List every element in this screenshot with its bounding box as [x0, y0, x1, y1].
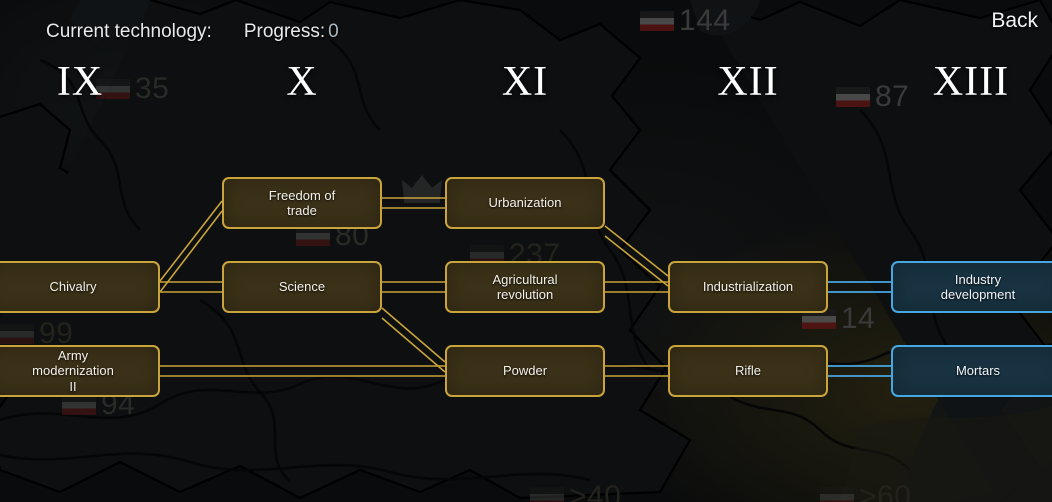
- tech-node-army-mod-2[interactable]: Army modernization II: [0, 345, 160, 397]
- tech-node-chivalry[interactable]: Chivalry: [0, 261, 160, 313]
- tech-node-label: Industrialization: [702, 279, 794, 295]
- tech-node-label: Urbanization: [488, 195, 562, 211]
- tech-node-label: Mortars: [955, 363, 1001, 379]
- tech-node-freedom-of-trade[interactable]: Freedom of trade: [222, 177, 382, 229]
- progress-label: Progress:: [243, 21, 326, 42]
- tech-node-label: Freedom of trade: [268, 187, 336, 218]
- era-numeral-x: X: [286, 59, 318, 105]
- tech-node-industry-development[interactable]: Industry development: [891, 261, 1052, 313]
- era-numeral-ix: IX: [56, 59, 104, 105]
- tech-node-label: Chivalry: [49, 279, 97, 295]
- tech-node-rifle[interactable]: Rifle: [668, 345, 828, 397]
- tech-node-urbanization[interactable]: Urbanization: [445, 177, 605, 229]
- tech-node-mortars[interactable]: Mortars: [891, 345, 1052, 397]
- progress-value: 0: [328, 21, 339, 42]
- progress-readout: Progress: 0: [244, 21, 339, 43]
- tech-node-label: Army modernization II: [32, 348, 114, 394]
- era-numeral-xiii: XIII: [932, 59, 1010, 105]
- tech-node-powder[interactable]: Powder: [445, 345, 605, 397]
- hud-status-line: Current technology: Progress: 0: [46, 21, 339, 43]
- era-numeral-xi: XI: [501, 59, 549, 105]
- tech-node-industrialization[interactable]: Industrialization: [668, 261, 828, 313]
- back-button[interactable]: Back: [991, 9, 1038, 33]
- tech-tree-screen: 35 144 87 80 237 14 99 94 >40 >60 IX X X…: [0, 0, 1052, 502]
- tech-node-label: Science: [278, 279, 326, 295]
- era-numeral-xii: XII: [717, 59, 779, 105]
- tech-node-agricultural-revolution[interactable]: Agricultural revolution: [445, 261, 605, 313]
- tech-node-label: Rifle: [734, 363, 761, 379]
- tech-node-label: Agricultural revolution: [492, 271, 558, 302]
- tech-node-science[interactable]: Science: [222, 261, 382, 313]
- current-technology-label: Current technology:: [46, 21, 212, 42]
- tech-node-label: Industry development: [940, 271, 1016, 302]
- tech-node-label: Powder: [502, 363, 548, 379]
